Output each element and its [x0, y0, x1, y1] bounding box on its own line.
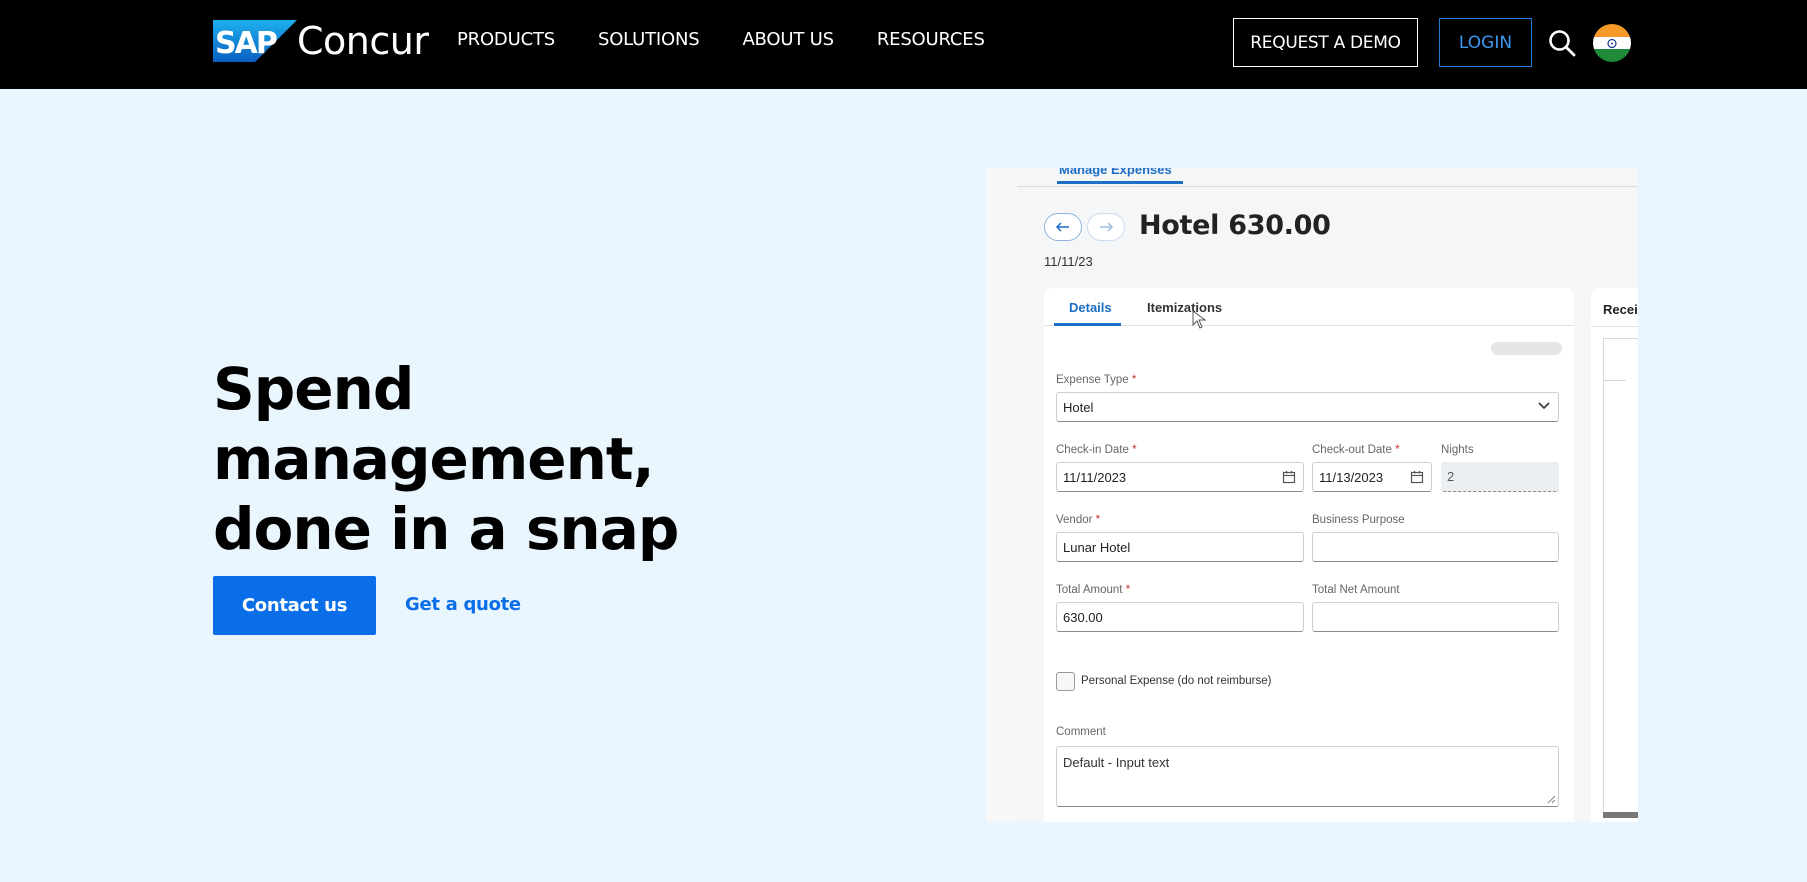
details-card: Details Itemizations Expense Type * Hote…: [1044, 288, 1574, 822]
contact-us-button[interactable]: Contact us: [213, 576, 376, 635]
menu-item-solutions[interactable]: SOLUTIONS: [598, 29, 700, 50]
get-a-quote-link[interactable]: Get a quote: [405, 594, 521, 615]
calendar-icon: [1282, 471, 1296, 484]
divider: [1591, 326, 1638, 327]
receipt-card: Recei: [1591, 288, 1638, 822]
main-menu: PRODUCTS SOLUTIONS ABOUT US RESOURCES: [457, 29, 1028, 50]
personal-expense-checkbox: [1056, 672, 1075, 691]
sap-logo-text: SAP: [215, 26, 277, 61]
tab-itemizations: Itemizations: [1147, 300, 1223, 315]
expense-type-label: Expense Type *: [1056, 374, 1137, 386]
nights-field: 2: [1441, 462, 1559, 492]
tab-indicator: [1057, 181, 1183, 184]
receipt-card-title: Recei: [1603, 302, 1638, 317]
manage-expenses-tab: Manage Expenses: [1059, 168, 1172, 177]
personal-expense-label: Personal Expense (do not reimburse): [1081, 675, 1272, 687]
total-net-amount-label: Total Net Amount: [1312, 584, 1400, 596]
tab-indicator: [1054, 323, 1121, 326]
expense-title: Hotel 630.00: [1139, 210, 1331, 241]
expense-form-panel: Manage Expenses Hotel 630.00 11/11/23 De…: [1017, 168, 1638, 822]
request-demo-button[interactable]: REQUEST A DEMO: [1233, 18, 1418, 67]
login-button[interactable]: LOGIN: [1439, 18, 1532, 67]
back-arrow-icon: [1044, 213, 1082, 241]
expense-date: 11/11/23: [1044, 254, 1093, 269]
expense-type-select: Hotel: [1056, 392, 1559, 422]
sap-logo-badge: SAP: [213, 20, 297, 62]
business-purpose-field: [1312, 532, 1559, 562]
mouse-cursor-icon: [1192, 310, 1208, 335]
checkin-date-label: Check-in Date *: [1056, 444, 1137, 456]
hero-title-line-2: done in a snap: [213, 495, 679, 563]
sap-concur-logo[interactable]: SAP Concur: [213, 19, 429, 63]
details-tabs: Details Itemizations: [1044, 288, 1574, 326]
total-amount-field: 630.00: [1056, 602, 1304, 632]
hero-title: Spend management, done in a snap: [213, 354, 853, 564]
resize-grip-icon: [1547, 795, 1556, 804]
menu-item-products[interactable]: PRODUCTS: [457, 29, 555, 50]
divider: [1017, 186, 1638, 187]
checkin-date-field: 11/11/2023: [1056, 462, 1304, 492]
menu-item-resources[interactable]: RESOURCES: [877, 29, 985, 50]
total-amount-label: Total Amount *: [1056, 584, 1131, 596]
search-icon[interactable]: [1547, 28, 1577, 58]
vendor-label: Vendor *: [1056, 514, 1101, 526]
tab-details: Details: [1069, 300, 1112, 315]
business-purpose-label: Business Purpose: [1312, 514, 1405, 526]
forward-arrow-icon: [1087, 213, 1125, 241]
comment-label: Comment: [1056, 726, 1106, 738]
concur-logo-text: Concur: [297, 19, 429, 63]
top-nav: SAP Concur PRODUCTS SOLUTIONS ABOUT US R…: [0, 0, 1807, 89]
scrollbar: [1603, 812, 1638, 818]
chevron-down-icon: [1538, 402, 1550, 410]
checkout-date-label: Check-out Date *: [1312, 444, 1400, 456]
vendor-field: Lunar Hotel: [1056, 532, 1304, 562]
hero-title-line-1: Spend management,: [213, 355, 655, 493]
product-screenshot: Manage Expenses Hotel 630.00 11/11/23 De…: [986, 168, 1638, 822]
india-flag-icon[interactable]: [1593, 24, 1631, 62]
total-net-amount-field: [1312, 602, 1559, 632]
checkout-date-field: 11/13/2023: [1312, 462, 1432, 492]
receipt-preview: [1603, 338, 1638, 813]
calendar-icon: [1410, 471, 1424, 484]
divider: [1603, 380, 1626, 381]
comment-textarea: Default - Input text: [1056, 746, 1559, 807]
nights-label: Nights: [1441, 444, 1474, 456]
menu-item-about-us[interactable]: ABOUT US: [742, 29, 834, 50]
status-pill: [1491, 342, 1562, 355]
